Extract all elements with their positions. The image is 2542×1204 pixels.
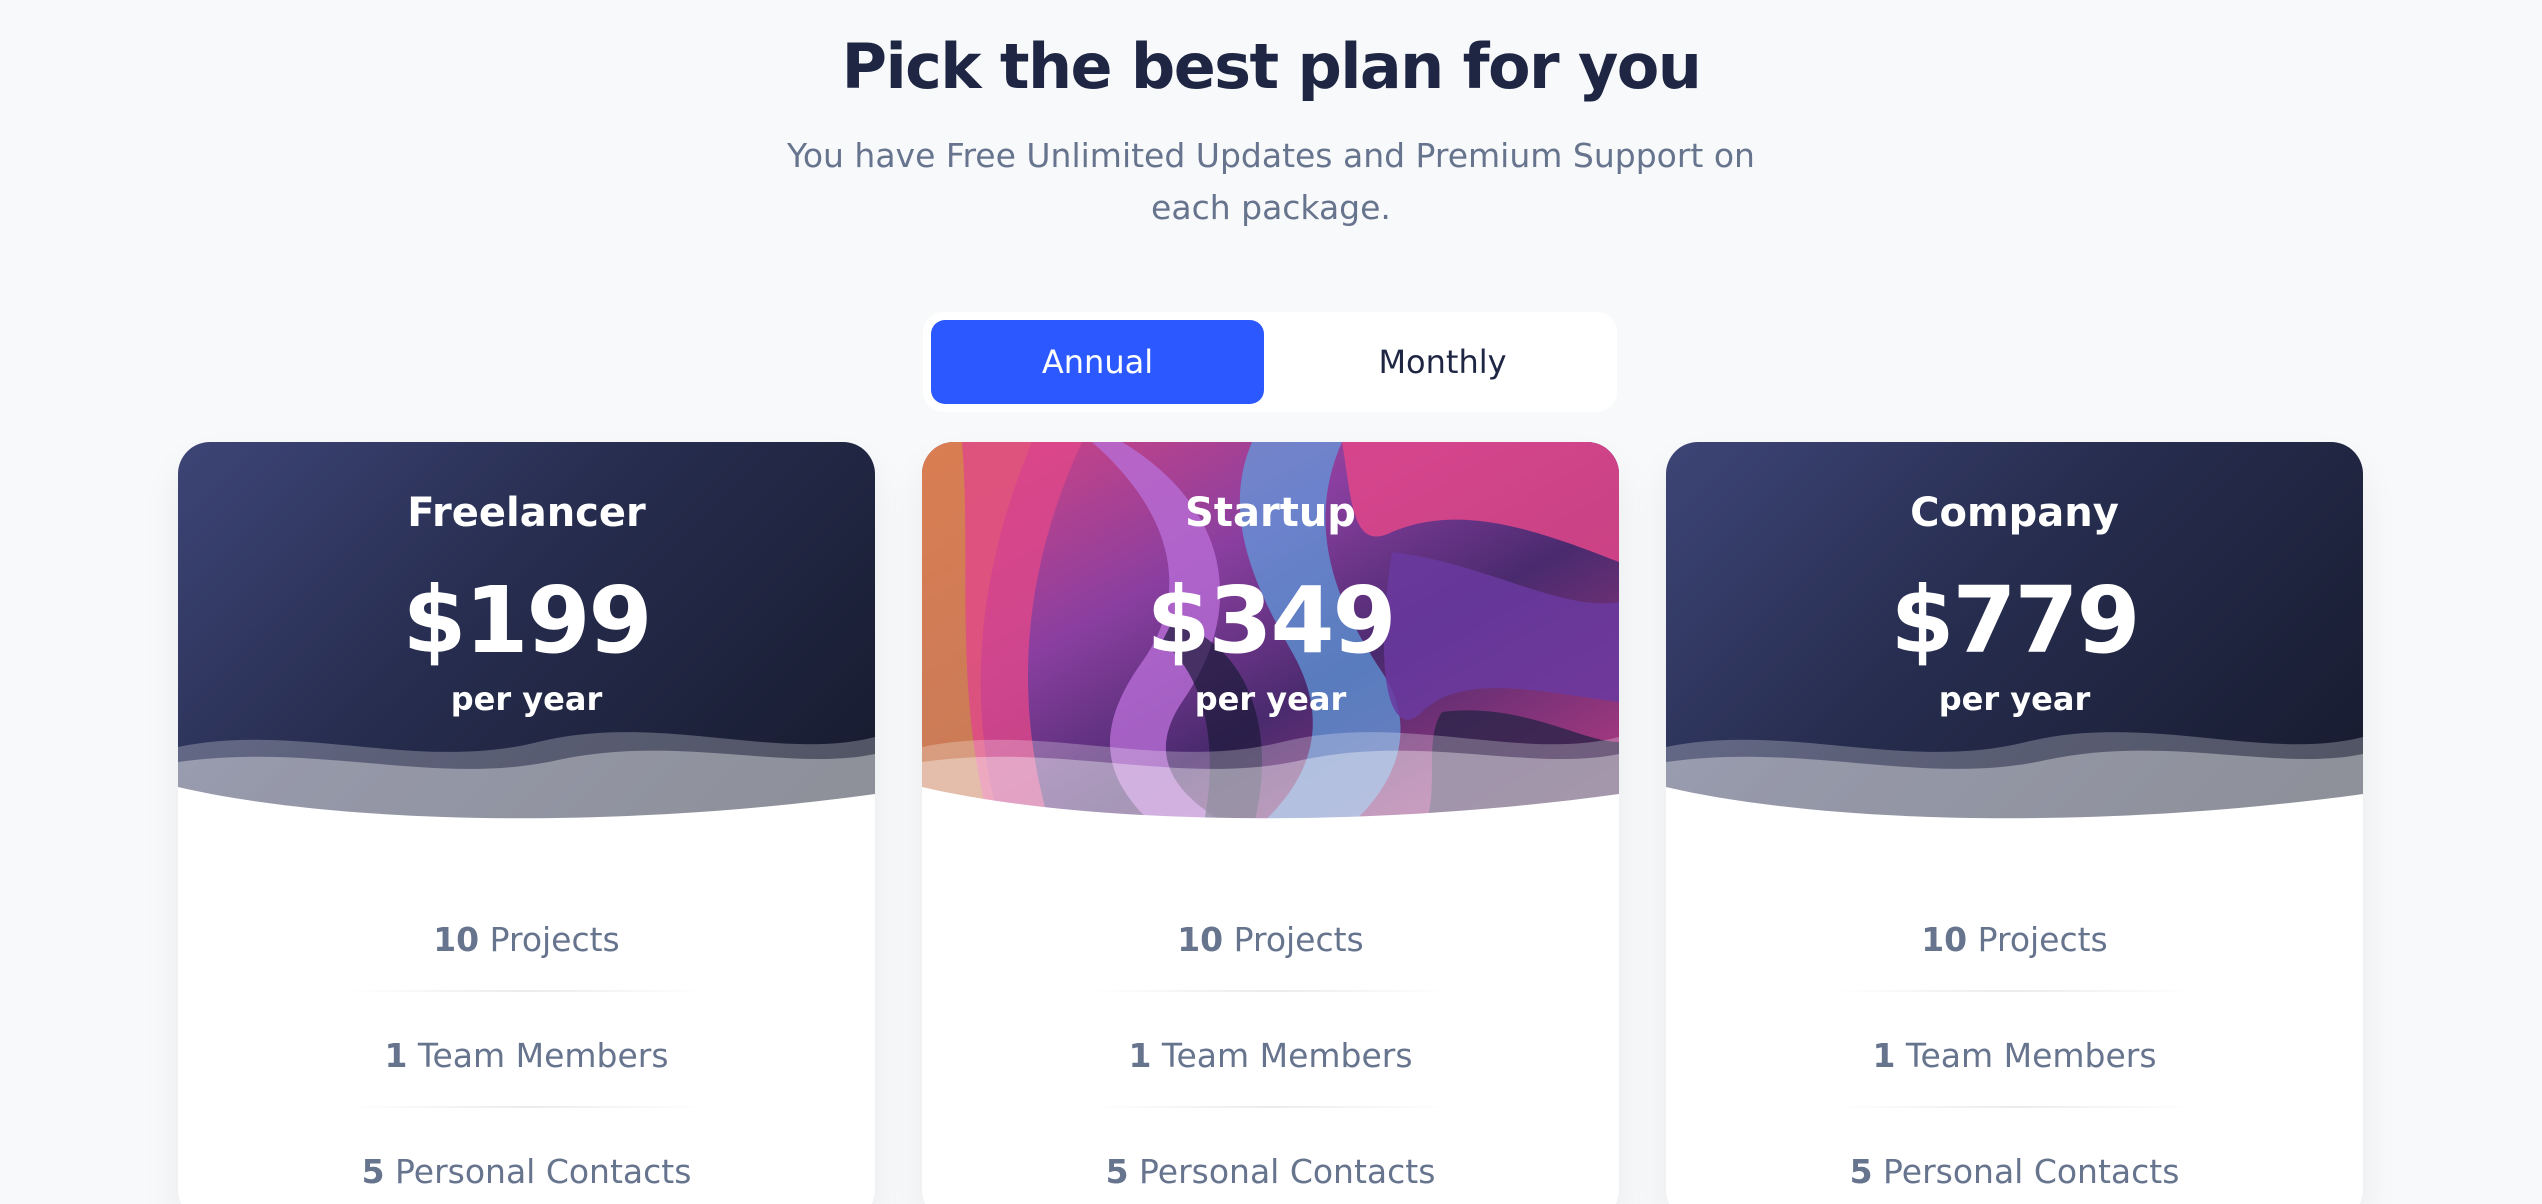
card-header: Company $779 per year <box>1666 442 2363 832</box>
feature-value: 1 <box>1128 1036 1152 1075</box>
divider <box>1090 1106 1451 1108</box>
pricing-page: Pick the best plan for you You have Free… <box>0 0 2542 1204</box>
feature-label: Team Members <box>1161 1036 1413 1075</box>
pricing-card-startup: Startup $349 per year 10 Projects 1 Team… <box>922 442 1619 1204</box>
page-title: Pick the best plan for you <box>841 30 1702 103</box>
feature-item: 1 Team Members <box>1666 1028 2363 1144</box>
pricing-card-freelancer: Freelancer $199 per year 10 Projects 1 T… <box>178 442 875 1204</box>
plan-name: Freelancer <box>407 490 646 536</box>
annual-toggle-button[interactable]: Annual <box>931 320 1264 404</box>
plan-period: per year <box>1194 680 1347 718</box>
feature-label: Team Members <box>417 1036 669 1075</box>
feature-item: 10 Projects <box>178 912 875 1028</box>
feature-label: Projects <box>489 920 620 959</box>
divider <box>346 990 707 992</box>
monthly-toggle-button[interactable]: Monthly <box>1276 320 1609 404</box>
card-header: Freelancer $199 per year <box>178 442 875 832</box>
feature-item: 10 Projects <box>922 912 1619 1028</box>
feature-list: 10 Projects 1 Team Members 5 Personal Co… <box>1666 912 2363 1204</box>
feature-value: 5 <box>1105 1152 1129 1191</box>
plan-period: per year <box>1938 680 2091 718</box>
feature-item: 1 Team Members <box>922 1028 1619 1144</box>
divider <box>1834 990 2195 992</box>
plan-period: per year <box>450 680 603 718</box>
billing-toggle: Annual Monthly <box>923 312 1617 412</box>
feature-list: 10 Projects 1 Team Members 5 Personal Co… <box>178 912 875 1204</box>
feature-value: 1 <box>1872 1036 1896 1075</box>
divider <box>1090 990 1451 992</box>
feature-label: Team Members <box>1905 1036 2157 1075</box>
feature-value: 5 <box>361 1152 385 1191</box>
divider <box>346 1106 707 1108</box>
feature-item: 1 Team Members <box>178 1028 875 1144</box>
feature-label: Projects <box>1977 920 2108 959</box>
feature-value: 10 <box>1177 920 1224 959</box>
feature-item: 10 Projects <box>1666 912 2363 1028</box>
plan-price: $779 <box>1890 567 2140 674</box>
feature-list: 10 Projects 1 Team Members 5 Personal Co… <box>922 912 1619 1204</box>
divider <box>1834 1106 2195 1108</box>
plan-name: Startup <box>1185 490 1356 536</box>
feature-item: 5 Personal Contacts <box>1666 1144 2363 1204</box>
page-subtitle: You have Free Unlimited Updates and Prem… <box>787 136 1755 227</box>
feature-label: Personal Contacts <box>1883 1152 2180 1191</box>
feature-label: Personal Contacts <box>395 1152 692 1191</box>
feature-label: Projects <box>1233 920 1364 959</box>
plan-price: $349 <box>1146 567 1396 674</box>
card-header: Startup $349 per year <box>922 442 1619 832</box>
plan-price: $199 <box>402 567 652 674</box>
feature-value: 10 <box>433 920 480 959</box>
feature-item: 5 Personal Contacts <box>178 1144 875 1204</box>
plan-name: Company <box>1910 490 2119 536</box>
feature-value: 10 <box>1921 920 1968 959</box>
pricing-card-company: Company $779 per year 10 Projects 1 Team… <box>1666 442 2363 1204</box>
feature-item: 5 Personal Contacts <box>922 1144 1619 1204</box>
feature-value: 1 <box>384 1036 408 1075</box>
feature-label: Personal Contacts <box>1139 1152 1436 1191</box>
feature-value: 5 <box>1849 1152 1873 1191</box>
